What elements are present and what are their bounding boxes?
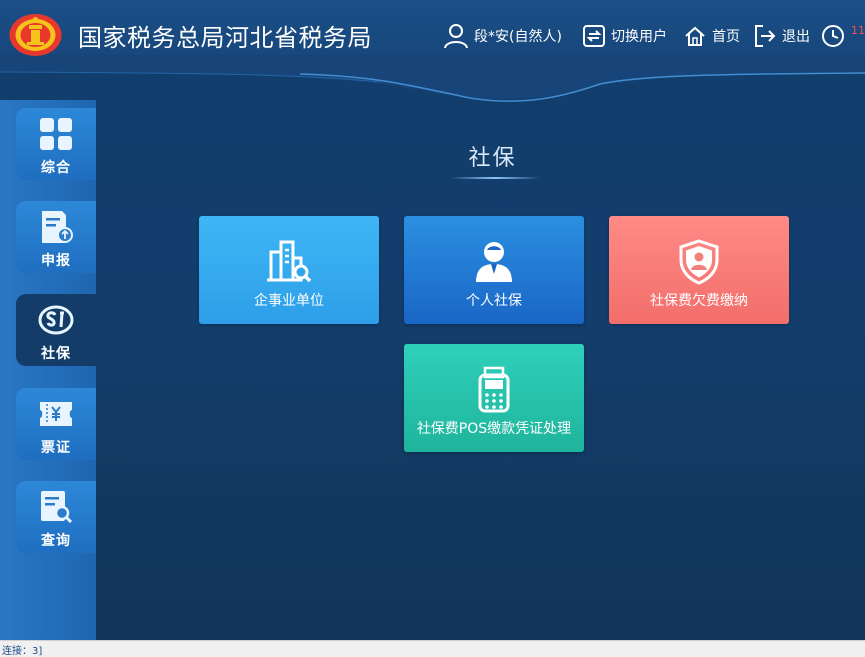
app-title: 国家税务总局河北省税务局 <box>78 24 372 52</box>
pos-terminal-icon <box>478 366 510 413</box>
enterprise-unit-card[interactable]: 企事业单位 <box>199 216 379 324</box>
home-label: 首页 <box>712 29 740 45</box>
history-button[interactable]: 11 <box>821 22 865 50</box>
sidebar-item-query[interactable]: 查询 <box>16 481 96 553</box>
app-window: 国家税务总局河北省税务局 段*安(自然人) 切换用户 首页 退出 11 综合 申… <box>0 0 865 640</box>
clock-count-badge: 11 <box>851 24 865 37</box>
switch-user-label: 切换用户 <box>611 29 667 45</box>
clock-icon <box>822 25 844 47</box>
shield-user-icon <box>679 239 719 285</box>
section-title: 社保 <box>468 146 517 171</box>
sidebar-item-label: 社保 <box>41 346 71 362</box>
user-icon <box>444 24 468 49</box>
sidebar <box>0 100 96 640</box>
title-underline-divider <box>450 177 540 179</box>
sidebar-item-ticket[interactable]: 票证 <box>16 388 96 460</box>
home-button[interactable]: 首页 <box>684 22 740 50</box>
search-document-icon <box>41 491 73 524</box>
sidebar-item-declaration[interactable]: 申报 <box>16 201 96 273</box>
connection-status-text: 连接：3] <box>2 646 43 657</box>
card-label: 社保费POS缴款凭证处理 <box>416 421 572 437</box>
document-upload-icon <box>42 211 73 243</box>
building-search-icon <box>267 240 312 283</box>
status-bar: 连接：3] <box>0 640 865 657</box>
header-swoosh-decoration <box>0 54 865 102</box>
logout-button[interactable]: 退出 <box>754 22 810 50</box>
sidebar-item-label: 综合 <box>41 160 71 176</box>
person-icon <box>476 242 512 282</box>
grid-icon <box>40 118 72 150</box>
card-label: 个人社保 <box>466 293 522 309</box>
ticket-icon <box>40 402 72 426</box>
user-account-button[interactable]: 段*安(自然人) <box>444 22 562 50</box>
tax-bureau-emblem-icon <box>9 14 62 56</box>
card-label: 企事业单位 <box>254 293 324 309</box>
logout-label: 退出 <box>782 29 810 45</box>
social-security-icon <box>38 305 74 335</box>
pos-voucher-card[interactable]: 社保费POS缴款凭证处理 <box>404 344 584 452</box>
user-name-label: 段*安(自然人) <box>474 29 562 45</box>
switch-icon <box>583 25 605 47</box>
logout-icon <box>755 25 776 47</box>
personal-social-security-card[interactable]: 个人社保 <box>404 216 584 324</box>
sidebar-item-label: 查询 <box>41 533 71 549</box>
switch-user-button[interactable]: 切换用户 <box>583 22 667 50</box>
card-label: 社保费欠费缴纳 <box>650 293 748 309</box>
sidebar-item-social-security[interactable]: 社保 <box>16 294 96 366</box>
sidebar-item-label: 申报 <box>41 253 71 269</box>
sidebar-item-label: 票证 <box>41 440 71 456</box>
sidebar-item-comprehensive[interactable]: 综合 <box>16 108 96 180</box>
home-icon <box>685 26 705 46</box>
arrears-payment-card[interactable]: 社保费欠费缴纳 <box>609 216 789 324</box>
